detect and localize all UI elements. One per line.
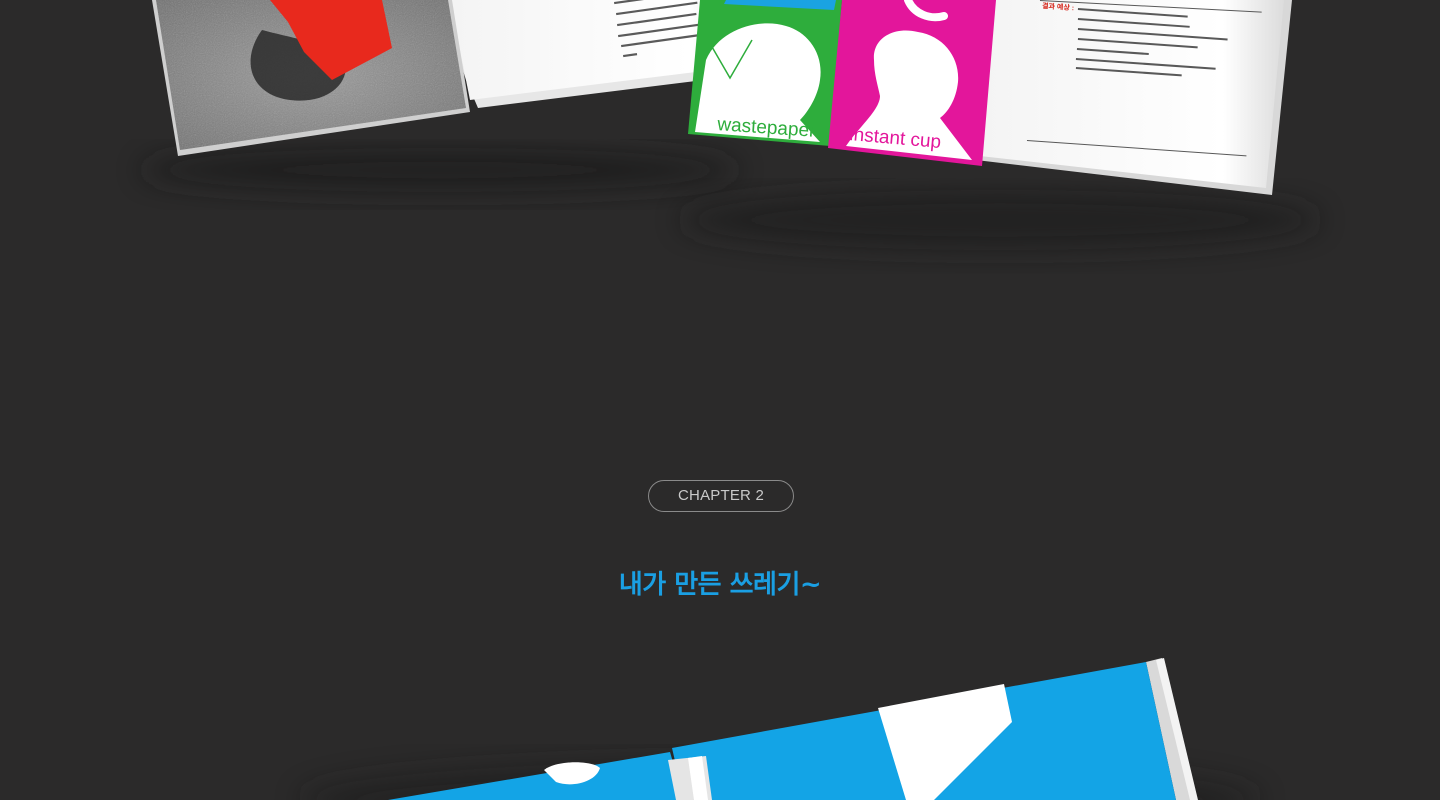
- bag-label: bag: [774, 0, 807, 9]
- top-book-mockups: 결과 예상 : bag wastepaper instant cup: [140, 0, 1320, 800]
- section-title: 내가 만든 쓰레기~: [618, 570, 822, 600]
- right-book-text-page: [980, 0, 1284, 188]
- chapter-badge: CHAPTER 2: [648, 480, 794, 512]
- right-book-shadow: [680, 190, 1320, 250]
- left-book-shadow: [140, 148, 740, 192]
- showcase-scene: 결과 예상 : bag wastepaper instant cup: [0, 0, 1440, 800]
